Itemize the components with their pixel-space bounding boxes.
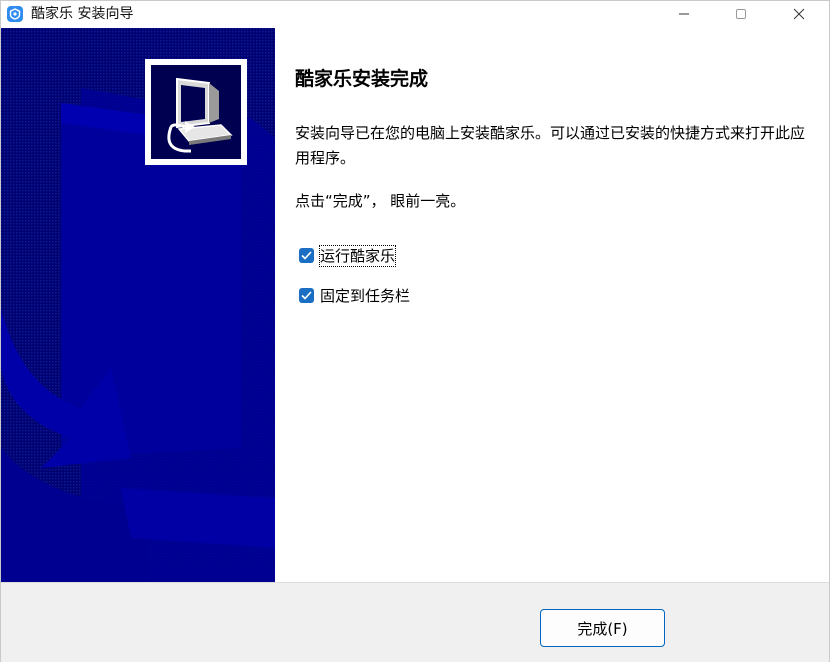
- finish-button[interactable]: 完成(F): [540, 609, 665, 647]
- side-banner: [1, 28, 275, 582]
- minimize-button[interactable]: [657, 1, 711, 28]
- installer-window: 酷家乐 安装向导 酷家乐安装完成 安装向导已在您的电脑上安装酷家乐。可以通过已安…: [0, 0, 830, 662]
- title-bar[interactable]: 酷家乐 安装向导: [1, 1, 829, 28]
- installer-computer-icon: [151, 65, 241, 159]
- run-app-label[interactable]: 运行酷家乐: [318, 245, 397, 267]
- run-app-checkbox[interactable]: [299, 248, 314, 263]
- finish-hint: 点击“完成”， 眼前一亮。: [295, 192, 466, 210]
- maximize-button[interactable]: [714, 1, 768, 28]
- button-bar: 完成(F): [1, 582, 829, 662]
- checkmark-icon: [301, 291, 312, 300]
- close-button[interactable]: [772, 1, 826, 28]
- checkmark-icon: [301, 251, 312, 260]
- minimize-icon: [679, 13, 689, 15]
- installer-logo: [145, 59, 247, 165]
- maximize-icon: [736, 9, 746, 19]
- content-panel: 酷家乐安装完成 安装向导已在您的电脑上安装酷家乐。可以通过已安装的快捷方式来打开…: [275, 28, 829, 582]
- app-shield-icon: [7, 6, 23, 22]
- pin-taskbar-label[interactable]: 固定到任务栏: [320, 286, 410, 306]
- pin-taskbar-checkbox[interactable]: [299, 288, 314, 303]
- page-title: 酷家乐安装完成: [295, 68, 429, 90]
- window-title: 酷家乐 安装向导: [31, 6, 134, 22]
- completion-description: 安装向导已在您的电脑上安装酷家乐。可以通过已安装的快捷方式来打开此应用程序。: [295, 124, 806, 167]
- close-icon: [793, 8, 805, 20]
